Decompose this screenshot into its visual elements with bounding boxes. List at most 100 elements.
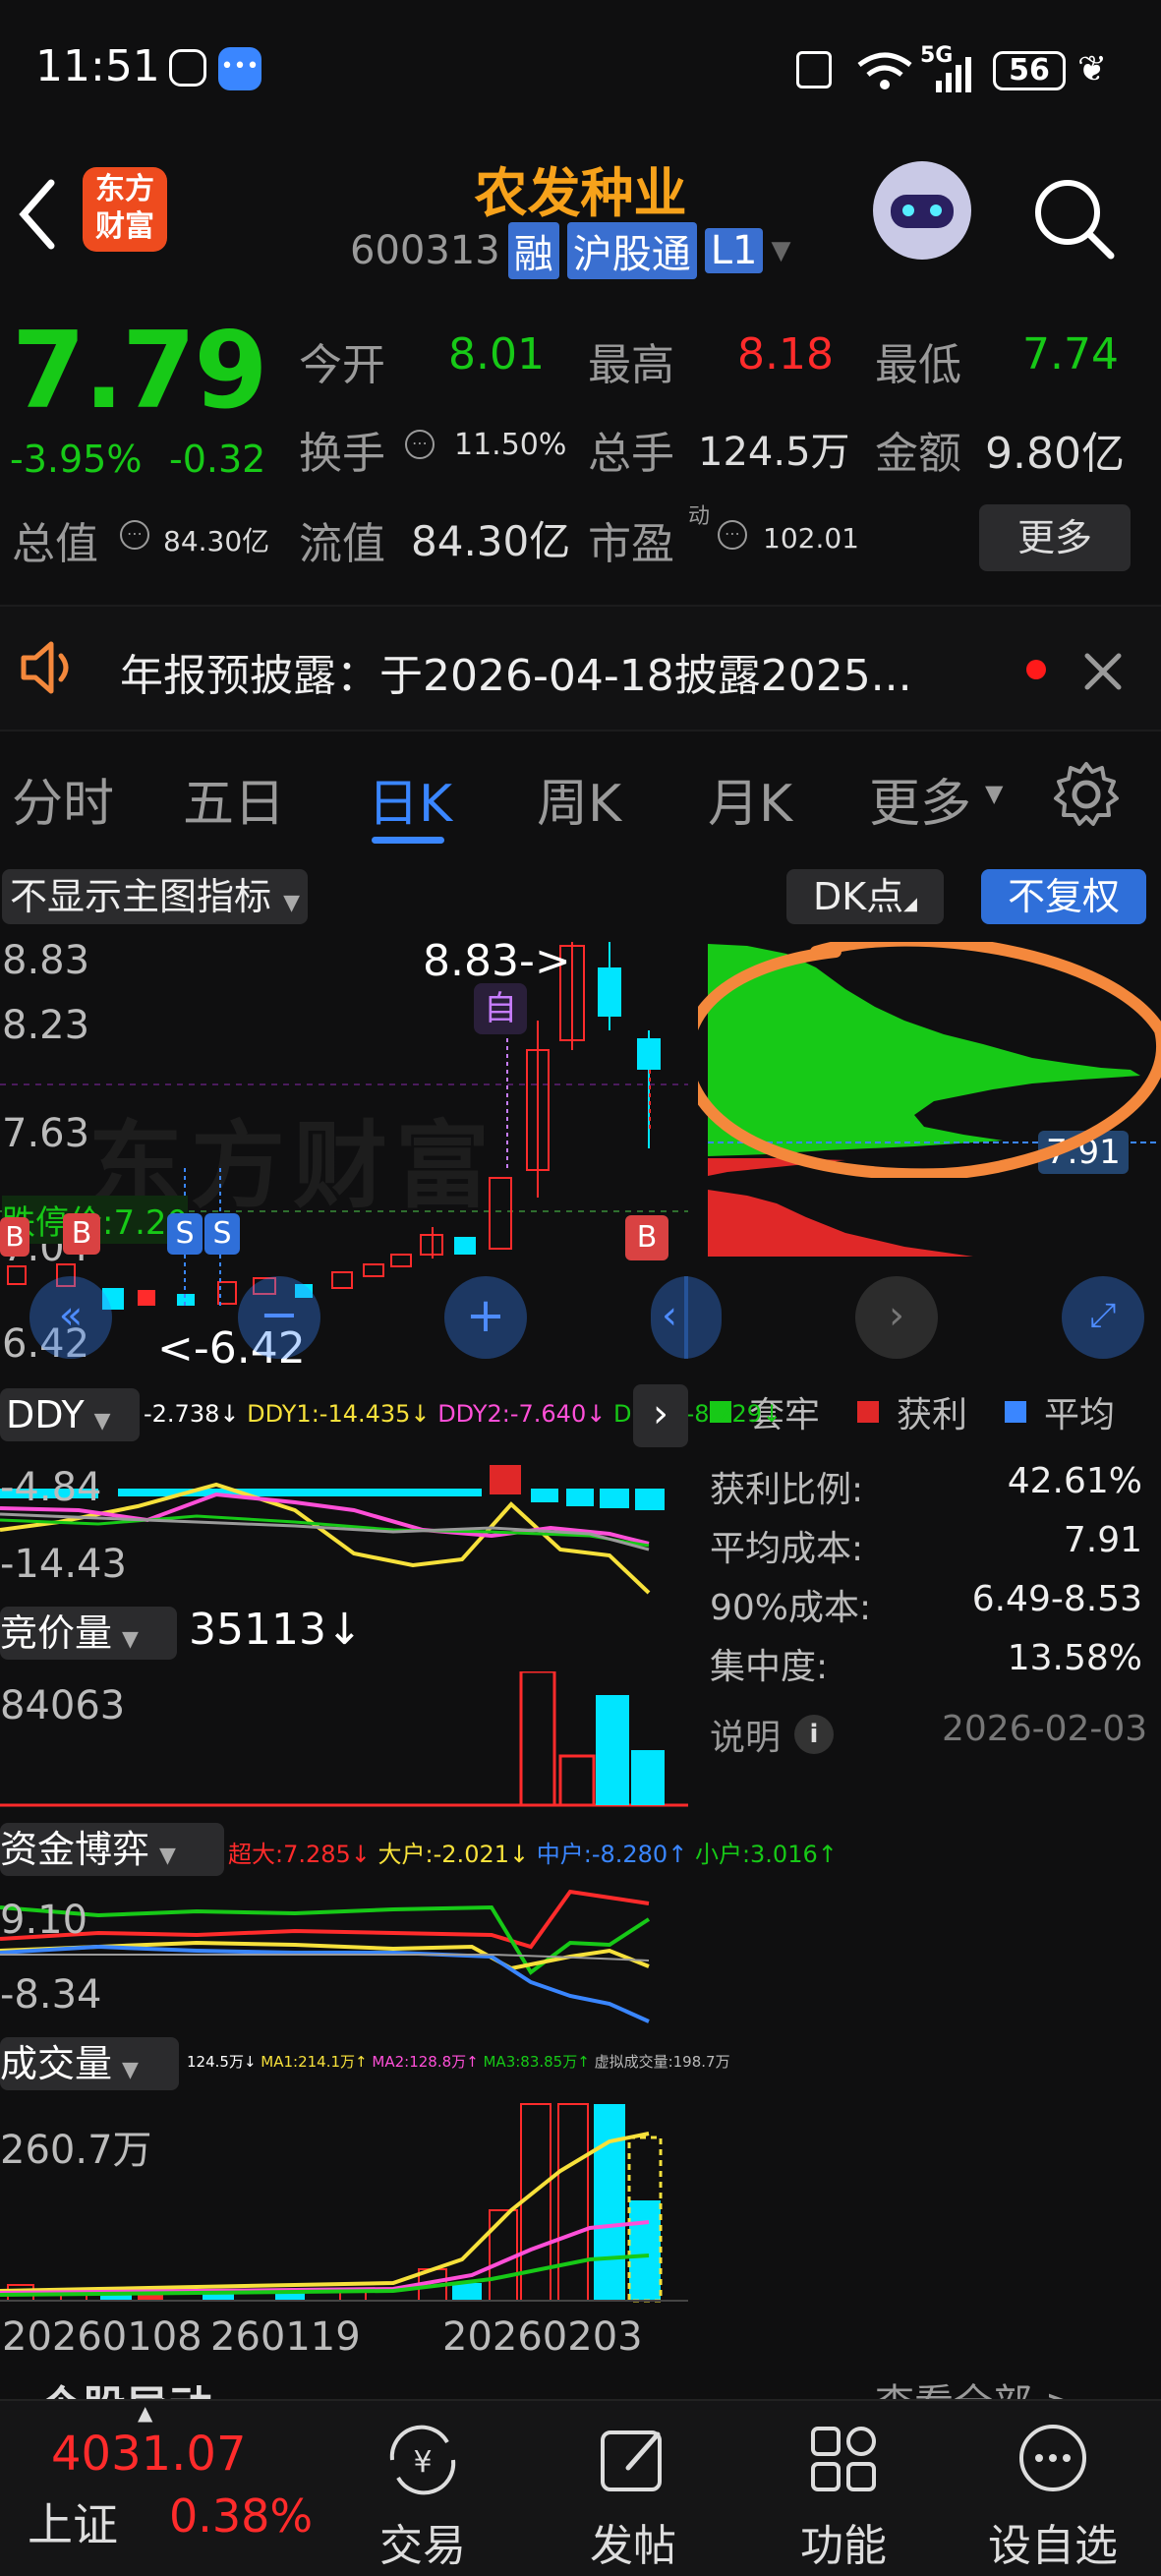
adjust-price-button[interactable]: 不复权 — [981, 869, 1146, 924]
ddy1-value: DDY1:-14.435↓ — [247, 1400, 431, 1428]
capital-label: 资金博弈 — [0, 1828, 150, 1871]
high-label: 最高 — [588, 340, 674, 390]
stat-row: 90%成本: 6.49-8.53 — [710, 1579, 1142, 1638]
stock-code: 600313 — [350, 228, 500, 273]
tab-more[interactable]: 更多 — [869, 762, 971, 836]
chevron-down-icon[interactable]: ▼ — [985, 780, 1003, 807]
volume-panel: 成交量 ▼ 124.5万↓ MA1:214.1万↑ MA2:128.8万↑ MA3… — [0, 2033, 730, 2360]
chip-stats: 获利比例: 42.61% 平均成本: 7.91 90%成本: 6.49-8.53 集中… — [710, 1461, 1142, 1697]
info-icon[interactable]: ⋯ — [718, 520, 747, 550]
volume-value: 124.5万 — [698, 430, 850, 475]
sell-signal-s: S — [167, 1213, 203, 1255]
gear-icon[interactable] — [1052, 760, 1121, 829]
info-icon[interactable]: ⋯ — [120, 520, 149, 550]
tab-active-indicator — [372, 837, 444, 844]
volume-ma2: MA2:128.8万↑ — [372, 2053, 479, 2071]
step-right-edge[interactable] — [684, 1276, 722, 1359]
orange-annotation-circle — [698, 942, 1161, 1178]
unread-dot — [1026, 660, 1046, 679]
float-value: 84.30亿 — [411, 517, 571, 565]
capital-values: 超大:7.285↓ 大户:-2.021↓ 中户:-8.280↑ 小户:3.016… — [228, 1835, 838, 1869]
stat-value: 6.49-8.53 — [971, 1579, 1142, 1619]
max-price-annotation: 8.83-> — [423, 936, 571, 986]
auction-value: 35113↓ — [189, 1605, 363, 1655]
legend-average: 平均 — [1044, 1395, 1116, 1435]
ddy2-value: DDY2:-7.640↓ — [437, 1400, 607, 1428]
search-icon[interactable] — [1032, 177, 1117, 262]
capital-lines — [0, 1889, 651, 2023]
nav-post[interactable]: 发帖 — [574, 2421, 692, 2573]
dk-point-label: DK点 — [812, 875, 904, 918]
ddy-bottom-label: -14.43 — [0, 1542, 127, 1587]
robot-assistant-icon[interactable] — [873, 161, 971, 260]
more-button[interactable]: 更多 — [979, 504, 1131, 571]
chevron-down-icon: ▼ — [122, 1627, 139, 1652]
tab-weekly-k[interactable]: 周K — [537, 762, 621, 836]
dk-point-button[interactable]: DK点◢ — [786, 869, 944, 924]
auction-top-label: 84063 — [0, 1683, 126, 1728]
capital-bottom-label: -8.34 — [0, 1972, 102, 2018]
tab-monthly-k[interactable]: 月K — [708, 762, 792, 836]
battery-indicator: 56 — [993, 51, 1066, 90]
speaker-icon — [21, 641, 69, 694]
nav-trade[interactable]: ¥ 交易 — [364, 2421, 482, 2573]
info-icon[interactable]: ⋯ — [405, 430, 435, 459]
stat-row: 集中度: 13.58% — [710, 1638, 1142, 1697]
ddy-indicator-select[interactable]: DDY ▼ — [0, 1388, 140, 1441]
change-amount: -0.32 — [169, 438, 266, 481]
main-indicator-label: 不显示主图指标 — [10, 875, 272, 918]
volume-label: 总手 — [588, 429, 674, 479]
level-tag[interactable]: L1 — [704, 228, 764, 273]
chevron-down-icon[interactable]: ▼ — [771, 236, 790, 265]
explain-link[interactable]: 说明 i — [710, 1709, 835, 1760]
auction-indicator-select[interactable]: 竞价量 ▼ — [0, 1607, 177, 1660]
nav-add-watchlist[interactable]: 设自选 — [979, 2421, 1127, 2573]
main-indicator-select[interactable]: 不显示主图指标 ▼ — [2, 869, 309, 924]
legend-swatch-profit — [857, 1401, 880, 1423]
self-select-mark: 自 — [474, 983, 527, 1034]
volume-top-label: 260.7万 — [0, 2128, 152, 2173]
volume-values: 124.5万↓ MA1:214.1万↑ MA2:128.8万↑ MA3:83.8… — [187, 2051, 730, 2072]
ddy-value: -2.738↓ — [144, 1400, 240, 1428]
legend-profit: 获利 — [897, 1395, 968, 1435]
candlestick-chart[interactable]: 不显示主图指标 ▼ 东方财富 8.83 8.23 7.63 7.04 6.42 … — [0, 863, 688, 1375]
tab-intraday[interactable]: 分时 — [12, 762, 114, 836]
close-icon[interactable] — [1081, 650, 1125, 693]
turnover-label: 换手 — [299, 429, 385, 479]
explain-label: 说明 — [710, 1718, 782, 1758]
leaf-icon: ❦ — [1077, 49, 1108, 89]
buy-signal-b: B — [0, 1217, 29, 1257]
nav-label: 发帖 — [590, 2521, 676, 2571]
volume-today: 124.5万↓ — [187, 2053, 257, 2071]
open-value: 8.01 — [448, 329, 545, 380]
date-label: 260119 — [210, 2314, 361, 2360]
nav-features[interactable]: 功能 — [784, 2421, 902, 2573]
volume-ma3: MA3:83.85万↑ — [483, 2053, 590, 2071]
caret-up-icon: ▲ — [138, 2401, 153, 2425]
capital-large: 大户:-2.021↓ — [377, 1841, 530, 1868]
tab-five-day[interactable]: 五日 — [183, 762, 285, 836]
quote-panel: 7.79 -3.95% -0.32 今开 8.01 最高 8.18 最低 7.7… — [0, 290, 1161, 585]
stock-header: 东方 财富 农发种业 600313 融 沪股通 L1 ▼ — [0, 147, 1161, 290]
status-bar: 11:51 ••• 5G 56 ❦ — [0, 0, 1161, 147]
zoom-out-icon[interactable]: − — [238, 1276, 320, 1359]
notice-bar[interactable]: 年报预披露：于2026-04-18披露2025... — [0, 605, 1161, 732]
tab-daily-k[interactable]: 日K — [368, 762, 452, 836]
svg-text:¥: ¥ — [413, 2445, 432, 2480]
index-ticker[interactable]: ▲ 4031.07 上证 0.38% — [0, 2401, 324, 2576]
price-label-1: 8.83 — [2, 938, 90, 983]
more-icon — [1019, 2425, 1086, 2491]
info-icon: i — [794, 1715, 835, 1754]
chevron-right-icon[interactable]: › — [633, 1384, 688, 1447]
stock-name: 农发种业 — [474, 162, 687, 224]
zoom-in-icon[interactable]: + — [444, 1276, 527, 1359]
candles-svg — [0, 942, 688, 1310]
capital-indicator-select[interactable]: 资金博弈 ▼ — [0, 1823, 224, 1876]
capital-small: 小户:3.016↑ — [694, 1841, 838, 1868]
wifi-icon — [857, 52, 912, 89]
volume-indicator-select[interactable]: 成交量 ▼ — [0, 2037, 179, 2090]
fullscreen-icon[interactable]: ⤢ — [1062, 1276, 1144, 1359]
step-right-icon[interactable]: › — [855, 1276, 938, 1359]
scroll-left-icon[interactable]: « — [29, 1276, 112, 1359]
virtual-volume: 虚拟成交量:198.7万 — [594, 2053, 730, 2071]
